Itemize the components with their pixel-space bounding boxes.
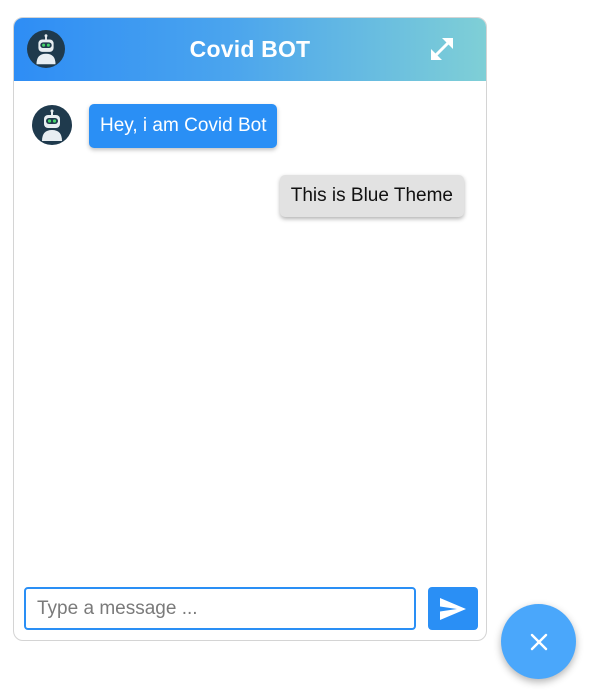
send-icon <box>440 597 466 620</box>
robot-avatar-icon <box>27 30 65 68</box>
close-icon <box>530 633 547 650</box>
message-input[interactable] <box>24 587 416 630</box>
send-button[interactable] <box>428 587 478 630</box>
user-message-bubble: This is Blue Theme <box>279 175 464 217</box>
close-chat-button[interactable] <box>501 604 576 679</box>
chat-header: Covid BOT <box>14 18 486 81</box>
chat-title: Covid BOT <box>189 36 311 62</box>
bot-message-bubble: Hey, i am Covid Bot <box>89 104 278 148</box>
message-list: Hey, i am Covid Bot This is Blue Theme <box>14 81 486 571</box>
composer <box>24 587 478 631</box>
robot-avatar-icon <box>32 105 72 145</box>
expand-icon[interactable] <box>428 35 456 63</box>
chat-window: Covid BOT Hey, i am Covid Bot This is Bl… <box>13 17 487 641</box>
